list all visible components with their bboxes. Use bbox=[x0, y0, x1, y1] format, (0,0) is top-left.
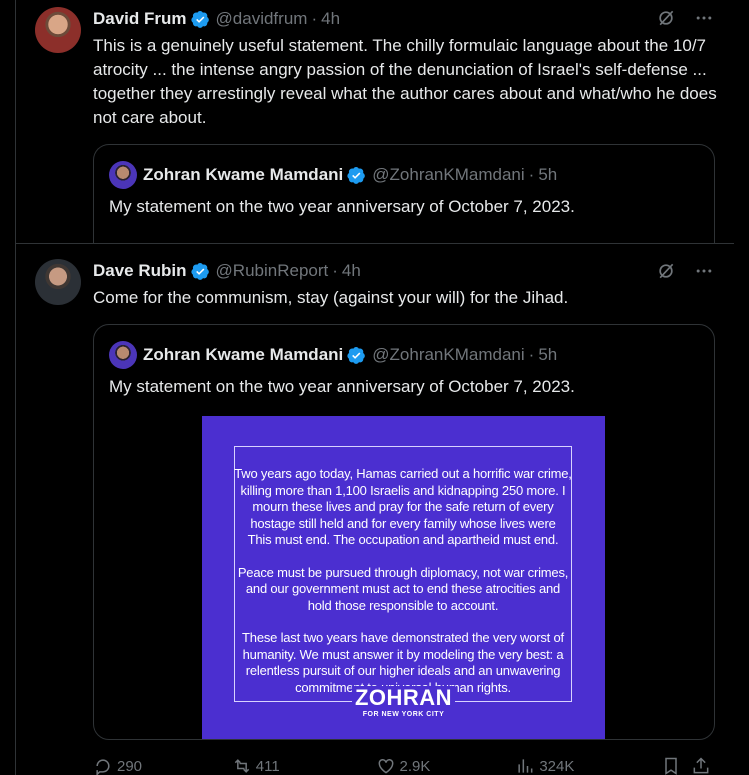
like-icon bbox=[378, 758, 393, 774]
avatar bbox=[109, 161, 137, 189]
post-actions bbox=[656, 261, 714, 281]
statement-overlap-line: This must end. The occupation and aparth… bbox=[247, 532, 559, 547]
reply-icon bbox=[96, 759, 110, 775]
statement-image[interactable]: Two years ago today, Hamas carried out a… bbox=[202, 416, 605, 739]
more-icon[interactable] bbox=[694, 8, 714, 28]
verified-badge-icon bbox=[190, 10, 209, 28]
timestamp: 5h bbox=[538, 165, 558, 184]
timestamp[interactable]: 4h bbox=[321, 9, 340, 29]
grok-icon[interactable] bbox=[656, 261, 676, 281]
statement-paragraph-2: Peace must be pursued through diplomacy,… bbox=[237, 564, 569, 613]
logo-sub: FOR NEW YORK CITY bbox=[362, 711, 445, 718]
quoted-post-text: My statement on the two year anniversary… bbox=[109, 197, 575, 216]
like-button[interactable]: 2.9K bbox=[376, 756, 516, 775]
bookmark-icon bbox=[665, 757, 677, 775]
logo-word: ZOHRAN bbox=[354, 685, 453, 710]
post-david-frum[interactable]: David Frum @davidfrum · 4h This is a gen… bbox=[16, 0, 734, 244]
like-count: 2.9K bbox=[399, 757, 431, 775]
post-header: Dave Rubin @RubinReport · 4h bbox=[93, 259, 361, 283]
post-header: David Frum @davidfrum · 4h bbox=[93, 7, 340, 31]
separator-dot: · bbox=[528, 165, 535, 184]
repost-button[interactable]: 411 bbox=[232, 756, 376, 775]
reply-button[interactable]: 290 bbox=[93, 756, 232, 775]
statement-paragraph-1: Two years ago today, Hamas carried out a… bbox=[234, 466, 572, 531]
grok-icon[interactable] bbox=[656, 8, 676, 28]
author-handle: @ZohranKMamdani bbox=[372, 345, 525, 364]
views-button[interactable]: 324K bbox=[515, 756, 661, 775]
post-text: Come for the communism, stay (against yo… bbox=[93, 288, 569, 307]
author-handle[interactable]: @RubinReport bbox=[216, 261, 329, 281]
verified-badge-icon bbox=[347, 166, 366, 184]
separator-dot: · bbox=[528, 345, 535, 364]
separator-dot: · bbox=[311, 9, 318, 28]
timestamp: 5h bbox=[538, 345, 558, 364]
share-icon bbox=[693, 757, 709, 774]
separator-dot: · bbox=[332, 261, 338, 280]
share-button[interactable] bbox=[691, 756, 715, 775]
reply-count: 290 bbox=[117, 757, 143, 775]
author-handle[interactable]: @davidfrum bbox=[216, 9, 308, 29]
timestamp[interactable]: 4h bbox=[342, 261, 361, 281]
author-name[interactable]: David Frum bbox=[93, 9, 187, 29]
engagement-bar: 290 411 2.9K 324K bbox=[93, 757, 715, 775]
post-dave-rubin[interactable]: Dave Rubin @RubinReport · 4h Come for th… bbox=[16, 245, 734, 775]
author-name: Zohran Kwame Mamdani bbox=[143, 345, 344, 364]
quoted-post-text: My statement on the two year anniversary… bbox=[109, 377, 575, 396]
views-count: 324K bbox=[539, 757, 575, 775]
post-actions bbox=[656, 8, 714, 28]
verified-badge-icon bbox=[190, 262, 209, 280]
quoted-post-header: Zohran Kwame Mamdani @ZohranKMamdani · 5… bbox=[109, 341, 557, 369]
author-name: Zohran Kwame Mamdani bbox=[143, 165, 344, 184]
views-icon bbox=[518, 759, 533, 773]
more-icon[interactable] bbox=[694, 261, 714, 281]
verified-badge-icon bbox=[347, 346, 366, 364]
repost-count: 411 bbox=[255, 757, 280, 775]
avatar bbox=[109, 341, 137, 369]
quoted-post[interactable]: Zohran Kwame Mamdani @ZohranKMamdani · 5… bbox=[93, 144, 715, 244]
repost-icon bbox=[234, 759, 249, 773]
quoted-post-header: Zohran Kwame Mamdani @ZohranKMamdani · 5… bbox=[109, 161, 557, 189]
avatar[interactable] bbox=[35, 259, 81, 305]
statement-text: Two years ago today, Hamas carried out a… bbox=[234, 466, 572, 712]
bookmark-button[interactable] bbox=[661, 756, 691, 775]
author-handle: @ZohranKMamdani bbox=[372, 165, 525, 184]
quoted-post[interactable]: Zohran Kwame Mamdani @ZohranKMamdani · 5… bbox=[93, 324, 715, 740]
campaign-logo: ZOHRAN FOR NEW YORK CITY bbox=[352, 686, 455, 720]
avatar[interactable] bbox=[35, 7, 81, 53]
author-name[interactable]: Dave Rubin bbox=[93, 261, 187, 281]
post-text: This is a genuinely useful statement. Th… bbox=[93, 36, 717, 127]
